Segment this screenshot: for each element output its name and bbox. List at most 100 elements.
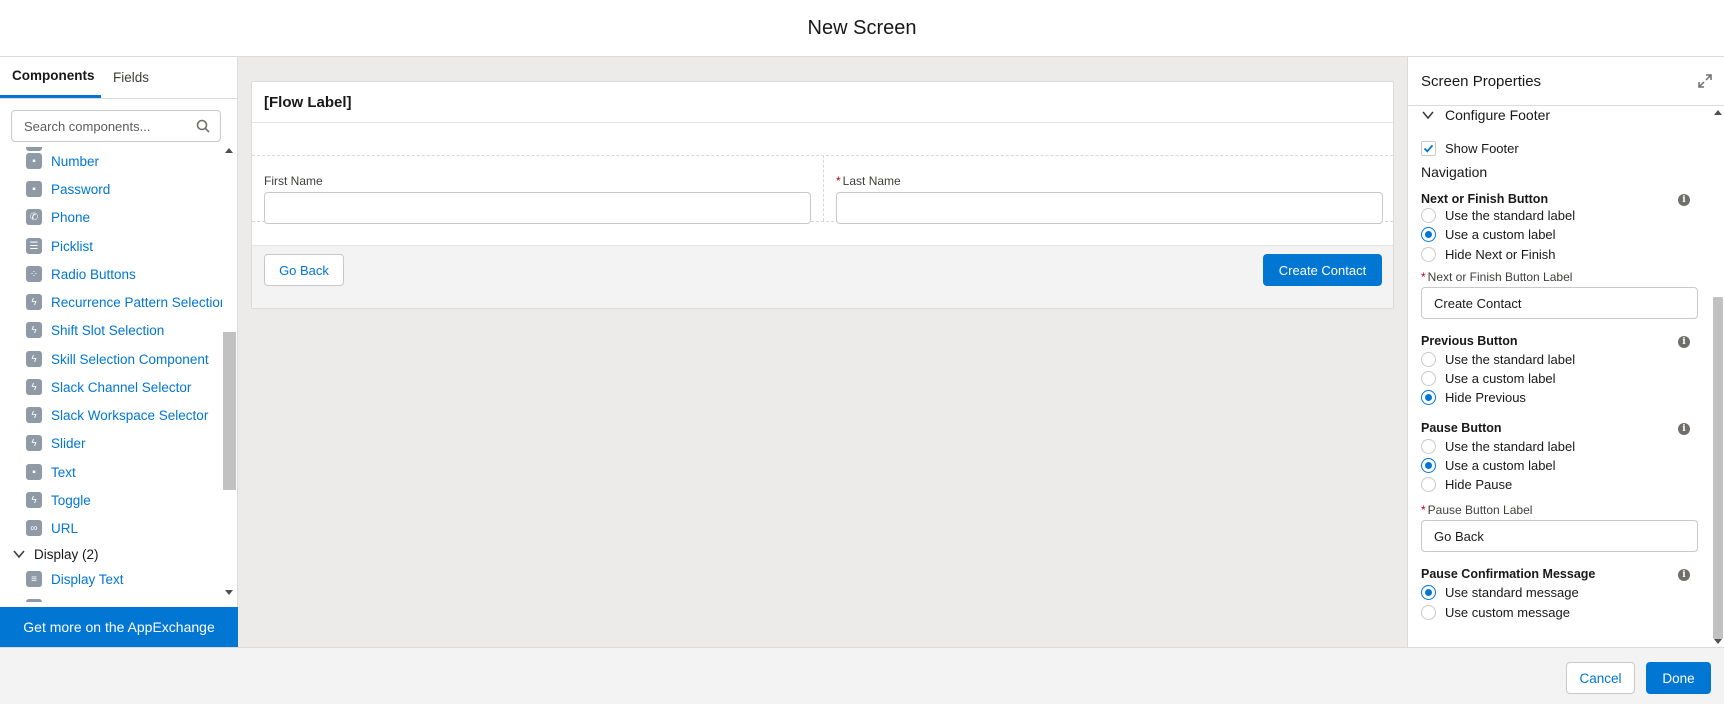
next-finish-label-input[interactable] (1421, 287, 1698, 319)
list-item-label[interactable]: Phone (51, 210, 90, 225)
search-icon[interactable] (196, 119, 210, 133)
radio-button[interactable] (1421, 477, 1436, 492)
scroll-up-arrow-icon[interactable] (225, 148, 233, 153)
list-item-label[interactable]: Slider (51, 436, 86, 451)
radio-option[interactable]: Use standard message (1421, 584, 1579, 601)
list-item-label[interactable]: URL (51, 521, 78, 536)
radio-label: Use custom message (1445, 605, 1570, 620)
number-icon: ▪ (26, 153, 42, 169)
list-item-label[interactable]: Number (51, 154, 99, 169)
list-item[interactable]: ≡ Display Text (26, 568, 124, 590)
radio-option[interactable]: Hide Previous (1421, 389, 1526, 406)
list-item-label[interactable]: Password (51, 182, 110, 197)
previous-title: Previous Button (1421, 334, 1518, 348)
list-item-label[interactable]: Slack Workspace Selector (51, 408, 208, 423)
list-item[interactable]: ϟ Skill Selection Component (26, 348, 209, 370)
radio-option[interactable]: Use a custom label (1421, 370, 1556, 387)
lightning-icon: ϟ (26, 492, 42, 508)
input-caption: Pause Button Label (1427, 503, 1533, 517)
radio-option[interactable]: Hide Next or Finish (1421, 246, 1556, 263)
radio-button[interactable] (1421, 227, 1436, 242)
radio-button[interactable] (1421, 439, 1436, 454)
phone-icon: ✆ (26, 209, 42, 225)
radio-button[interactable] (1421, 208, 1436, 223)
list-item-label[interactable]: Slack Channel Selector (51, 380, 191, 395)
radio-option[interactable]: Use the standard label (1421, 438, 1575, 455)
list-item-label[interactable]: Picklist (51, 239, 93, 254)
radio-button[interactable] (1421, 371, 1436, 386)
list-item[interactable]: ϟ Slack Channel Selector (26, 376, 191, 398)
radio-option[interactable]: Use the standard label (1421, 351, 1575, 368)
list-item-label[interactable]: Text (51, 465, 76, 480)
show-footer-checkbox[interactable]: Show Footer (1421, 141, 1519, 156)
list-item[interactable]: ϟ Shift Slot Selection (26, 319, 164, 341)
radio-button[interactable] (1421, 247, 1436, 262)
cancel-button[interactable]: Cancel (1566, 662, 1635, 694)
chevron-down-icon (1422, 111, 1434, 120)
scrollbar-thumb[interactable] (223, 332, 236, 490)
radio-option[interactable]: Use a custom label (1421, 457, 1556, 474)
radio-option[interactable]: Hide Pause (1421, 476, 1512, 493)
list-item-label[interactable]: Toggle (51, 493, 91, 508)
list-item[interactable]: ϟ Slack Workspace Selector (26, 404, 208, 426)
list-item-label[interactable]: Shift Slot Selection (51, 323, 164, 338)
list-item[interactable]: ϟ Slider (26, 432, 86, 454)
go-back-button[interactable]: Go Back (264, 254, 344, 286)
radio-label: Hide Previous (1445, 390, 1526, 405)
list-item-label[interactable]: Recurrence Pattern Selection (51, 295, 222, 310)
required-marker: * (1421, 270, 1426, 284)
tab-fields[interactable]: Fields (101, 56, 161, 98)
info-icon[interactable]: i (1678, 423, 1690, 435)
column-dashed-border (823, 155, 824, 221)
last-name-label: * Last Name (836, 174, 901, 188)
screen-preview-card[interactable]: [Flow Label] First Name * Last Name Go Ba… (251, 81, 1394, 309)
radio-option[interactable]: Use a custom label (1421, 226, 1556, 243)
expand-icon[interactable] (1698, 74, 1712, 88)
radio-button[interactable] (1421, 585, 1436, 600)
panel-tabs: Components Fields (0, 57, 237, 99)
info-icon[interactable]: i (1678, 569, 1690, 581)
scroll-down-arrow-icon[interactable] (225, 590, 233, 595)
properties-header: Screen Properties (1408, 57, 1724, 106)
list-item[interactable]: ☰ Picklist (26, 235, 93, 257)
list-item-label[interactable]: Skill Selection Component (51, 352, 209, 367)
list-item[interactable]: ▪ Number (26, 150, 99, 172)
list-item[interactable]: ϟ Toggle (26, 489, 91, 511)
field-label-text: First Name (264, 174, 323, 188)
scrollbar-thumb[interactable] (1713, 297, 1723, 639)
radio-button[interactable] (1421, 458, 1436, 473)
list-item-label[interactable]: Display Text (51, 572, 124, 587)
search-input[interactable] (24, 118, 184, 134)
tab-components[interactable]: Components (0, 56, 101, 98)
scroll-down-arrow-icon[interactable] (1714, 639, 1722, 644)
modal-footer: Cancel Done (0, 647, 1724, 704)
pause-label-input[interactable] (1421, 520, 1698, 552)
picklist-icon: ☰ (26, 238, 42, 254)
list-item[interactable]: ▪ Text (26, 461, 76, 483)
scroll-up-arrow-icon[interactable] (1714, 110, 1722, 115)
display-section-header[interactable]: Display (2) (12, 544, 99, 564)
done-button[interactable]: Done (1646, 662, 1711, 694)
appexchange-link[interactable]: Get more on the AppExchange (0, 607, 238, 647)
list-item[interactable]: ∞ URL (26, 517, 78, 539)
radio-button[interactable] (1421, 352, 1436, 367)
list-item[interactable]: ϟ Recurrence Pattern Selection (26, 291, 222, 313)
info-icon[interactable]: i (1678, 336, 1690, 348)
lightning-icon: ϟ (26, 379, 42, 395)
list-item-label[interactable]: Radio Buttons (51, 267, 136, 282)
radio-option[interactable]: Use custom message (1421, 604, 1570, 621)
create-contact-button[interactable]: Create Contact (1263, 254, 1382, 286)
list-item[interactable]: ⁘ Radio Buttons (26, 263, 136, 285)
configure-footer-section[interactable]: Configure Footer (1421, 107, 1550, 123)
radio-option[interactable]: Use the standard label (1421, 207, 1575, 224)
list-item[interactable]: ▪ Password (26, 178, 110, 200)
radio-button[interactable] (1421, 390, 1436, 405)
search-box (11, 110, 221, 142)
info-icon[interactable]: i (1678, 194, 1690, 206)
first-name-field[interactable] (264, 192, 811, 224)
last-name-field[interactable] (836, 192, 1383, 224)
list-item[interactable]: ✆ Phone (26, 206, 90, 228)
radio-label: Use the standard label (1445, 439, 1576, 454)
radio-button[interactable] (1421, 605, 1436, 620)
checkbox[interactable] (1421, 141, 1436, 156)
